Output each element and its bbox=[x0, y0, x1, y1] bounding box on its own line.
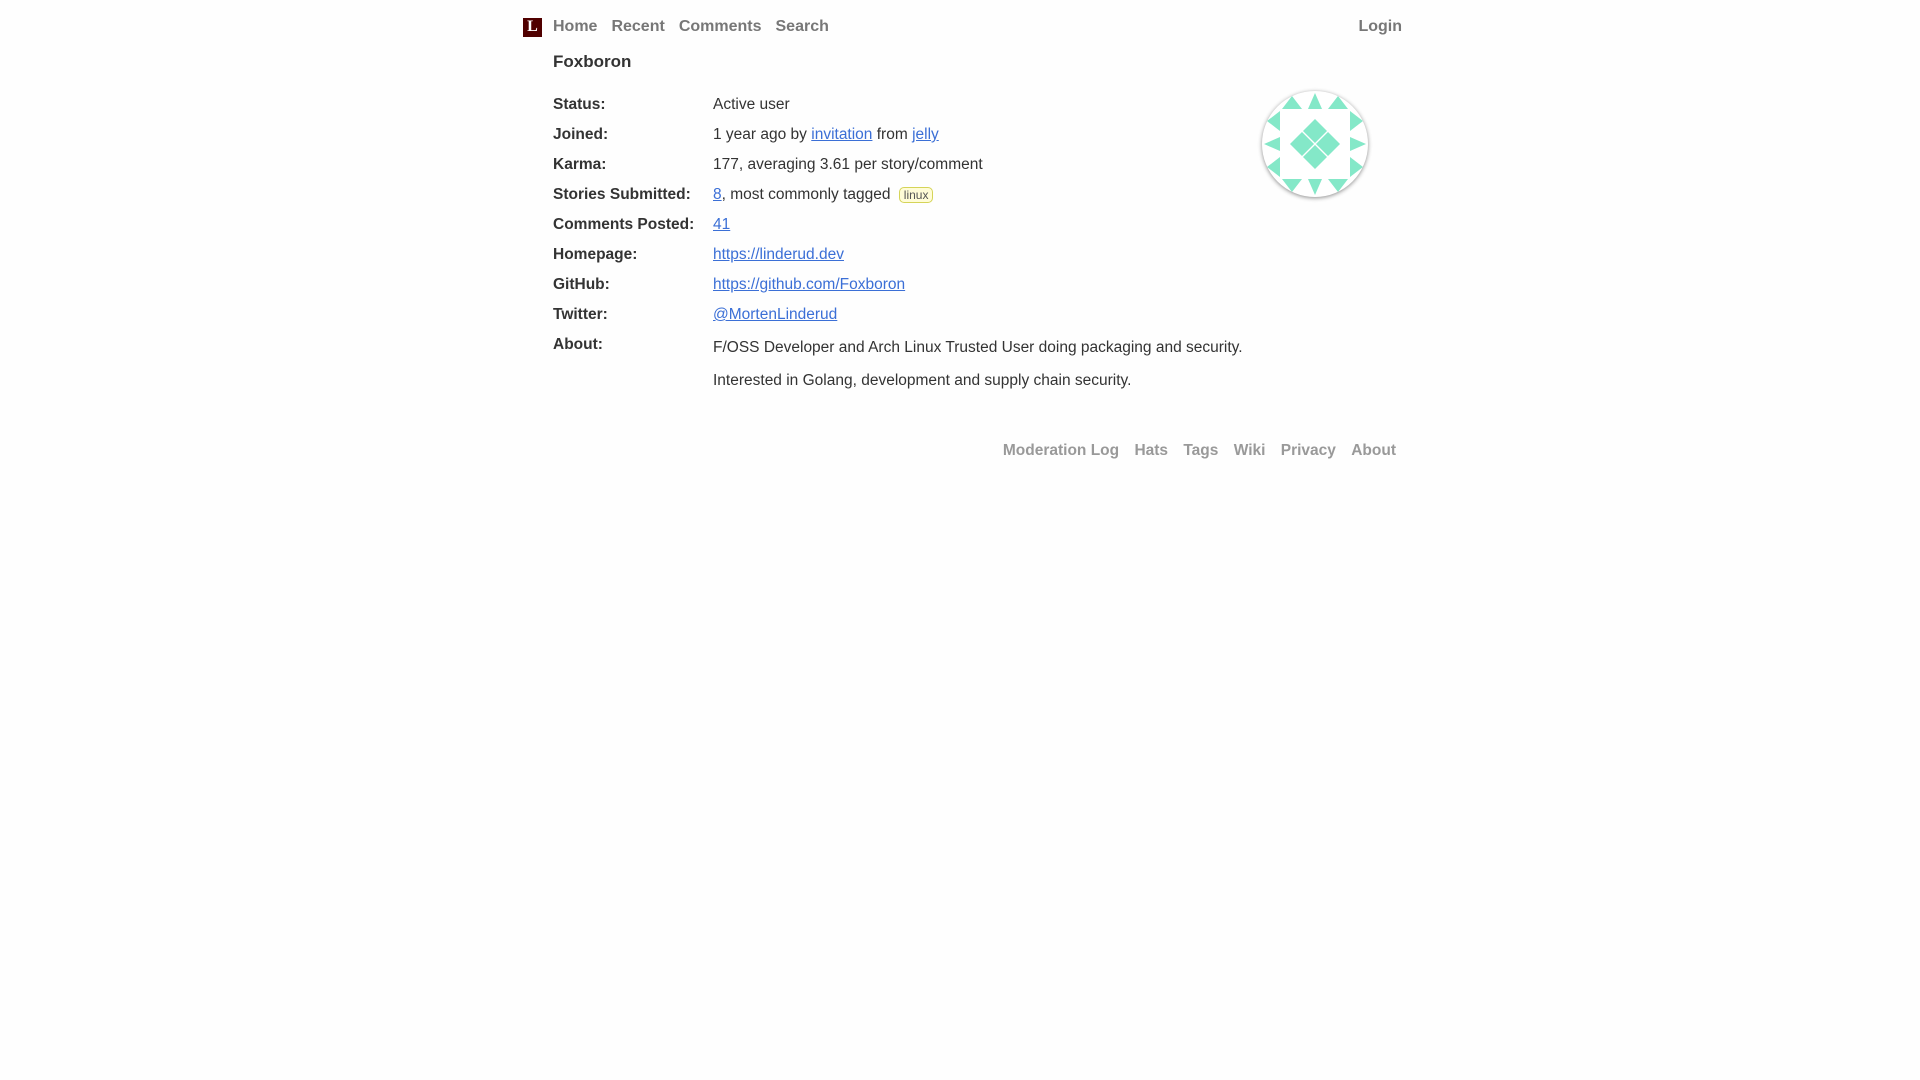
footer-about[interactable]: About bbox=[1351, 442, 1396, 459]
status-row: Status: Active user bbox=[553, 96, 790, 114]
nav-comments[interactable]: Comments bbox=[679, 18, 762, 36]
comments-label: Comments Posted: bbox=[553, 216, 695, 233]
stories-text: , most commonly tagged bbox=[721, 186, 891, 203]
footer-moderation-log[interactable]: Moderation Log bbox=[1003, 442, 1119, 459]
footer-privacy[interactable]: Privacy bbox=[1281, 442, 1336, 459]
footer: Moderation Log Hats Tags Wiki Privacy Ab… bbox=[992, 442, 1396, 460]
joined-text: 1 year ago by bbox=[713, 126, 807, 143]
top-nav: L Home Recent Comments Search Login bbox=[523, 16, 1402, 38]
stories-link[interactable]: 8 bbox=[713, 186, 722, 203]
twitter-label: Twitter: bbox=[553, 306, 608, 323]
nav-login[interactable]: Login bbox=[1358, 18, 1402, 36]
about-label: About: bbox=[553, 336, 603, 353]
about-row: About: F/OSS Developer and Arch Linux Tru… bbox=[553, 336, 1243, 390]
karma-row: Karma: 177, averaging 3.61 per story/comm… bbox=[553, 156, 983, 174]
status-value: Active user bbox=[713, 96, 790, 113]
footer-tags[interactable]: Tags bbox=[1183, 442, 1218, 459]
nav-recent[interactable]: Recent bbox=[611, 18, 664, 36]
stories-row: Stories Submitted: 8, most commonly tagge… bbox=[553, 186, 934, 204]
homepage-link[interactable]: https://linderud.dev bbox=[713, 246, 844, 264]
github-link[interactable]: https://github.com/Foxboron bbox=[713, 276, 905, 294]
karma-value: 177, averaging 3.61 per story/comment bbox=[713, 156, 983, 173]
about-line: Interested in Golang, development and su… bbox=[713, 372, 1132, 389]
status-label: Status: bbox=[553, 96, 606, 113]
joined-from: from bbox=[876, 126, 908, 143]
about-line: F/OSS Developer and Arch Linux Trusted U… bbox=[713, 339, 1243, 356]
joined-row: Joined: 1 year ago by invitation from jel… bbox=[553, 126, 939, 144]
nav-search[interactable]: Search bbox=[776, 18, 829, 36]
tag-linux[interactable]: linux bbox=[898, 187, 934, 203]
avatar bbox=[1262, 91, 1368, 197]
karma-label: Karma: bbox=[553, 156, 607, 173]
page-title: Foxboron bbox=[553, 52, 632, 71]
comments-link[interactable]: 41 bbox=[713, 216, 730, 234]
stories-label: Stories Submitted: bbox=[553, 186, 691, 203]
homepage-label: Homepage: bbox=[553, 246, 638, 263]
twitter-link[interactable]: @MortenLinderud bbox=[713, 306, 837, 324]
homepage-row: Homepage: https://linderud.dev bbox=[553, 246, 844, 264]
lobsters-logo[interactable]: L bbox=[523, 17, 542, 37]
nav-home[interactable]: Home bbox=[553, 18, 597, 36]
comments-row: Comments Posted: 41 bbox=[553, 216, 730, 234]
identicon-icon bbox=[1264, 93, 1366, 195]
github-row: GitHub: https://github.com/Foxboron bbox=[553, 276, 905, 294]
footer-hats[interactable]: Hats bbox=[1134, 442, 1168, 459]
footer-wiki[interactable]: Wiki bbox=[1234, 442, 1266, 459]
joined-label: Joined: bbox=[553, 126, 609, 143]
invitation-link[interactable]: invitation bbox=[811, 126, 872, 143]
twitter-row: Twitter: @MortenLinderud bbox=[553, 306, 837, 324]
github-label: GitHub: bbox=[553, 276, 610, 293]
inviter-link[interactable]: jelly bbox=[912, 126, 939, 143]
